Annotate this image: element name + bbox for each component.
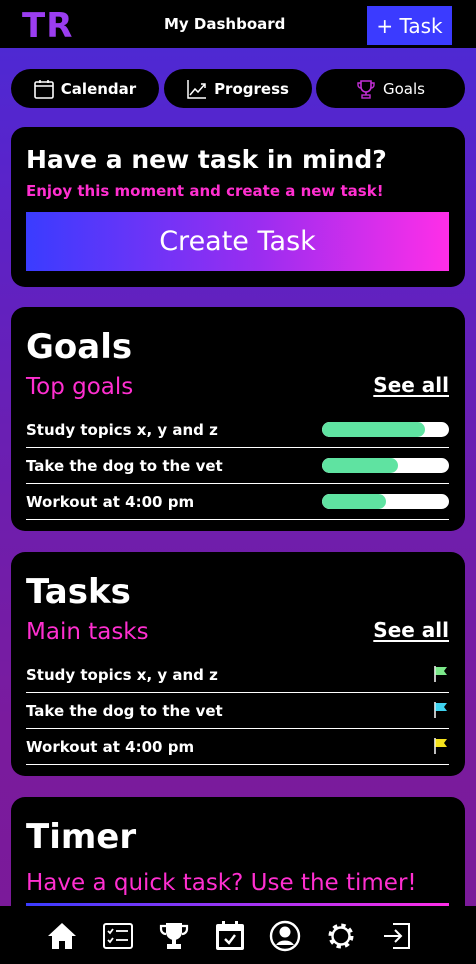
logo[interactable]: TR <box>22 6 73 46</box>
goal-label: Workout at 4:00 pm <box>26 493 195 511</box>
goal-progress-bar <box>322 494 449 509</box>
flag-icon <box>434 738 447 754</box>
flag-icon <box>434 702 447 718</box>
goal-row[interactable]: Workout at 4:00 pm <box>26 484 449 520</box>
goals-pill[interactable]: Goals <box>316 69 465 108</box>
bottom-nav <box>0 906 476 964</box>
task-label: Take the dog to the vet <box>26 702 223 720</box>
home-icon[interactable] <box>46 920 78 952</box>
progress-label: Progress <box>214 79 289 98</box>
goal-progress-bar <box>322 458 449 473</box>
tasks-title: Tasks <box>26 572 131 612</box>
calendar-check-icon[interactable] <box>214 920 246 952</box>
goals-title: Goals <box>26 327 133 367</box>
goals-subtitle: Top goals <box>26 374 134 400</box>
goal-row[interactable]: Study topics x, y and z <box>26 412 449 448</box>
task-list-icon[interactable] <box>102 920 134 952</box>
trophy-icon <box>357 79 375 99</box>
goals-label: Goals <box>383 79 425 98</box>
tasks-subtitle: Main tasks <box>26 619 149 645</box>
tasks-see-all-link[interactable]: See all <box>373 618 449 642</box>
top-bar: TR My Dashboard + Task <box>0 0 476 48</box>
calendar-label: Calendar <box>60 79 137 98</box>
logout-icon[interactable] <box>381 920 413 952</box>
goals-see-all-link[interactable]: See all <box>373 373 449 397</box>
task-row[interactable]: Study topics x, y and z <box>26 657 449 693</box>
goal-progress-fill <box>322 458 399 473</box>
trophy-icon[interactable] <box>158 920 190 952</box>
settings-icon[interactable] <box>325 920 357 952</box>
quick-nav: Calendar Progress Goals <box>11 69 465 108</box>
page-title: My Dashboard <box>164 15 286 33</box>
chart-line-icon <box>187 79 207 99</box>
new-task-subtitle: Enjoy this moment and create a new task! <box>26 182 384 200</box>
goal-progress-fill <box>322 422 425 437</box>
goal-progress-bar <box>322 422 449 437</box>
create-task-button[interactable]: Create Task <box>26 212 449 271</box>
add-task-button[interactable]: + Task <box>367 6 452 45</box>
new-task-title: Have a new task in mind? <box>26 145 387 174</box>
progress-pill[interactable]: Progress <box>164 69 312 108</box>
tasks-list: Study topics x, y and z Take the dog to … <box>26 657 449 765</box>
goals-card: Goals Top goals See all Study topics x, … <box>11 307 465 531</box>
timer-subtitle: Have a quick task? Use the timer! <box>26 870 417 896</box>
profile-icon[interactable] <box>269 920 301 952</box>
calendar-pill[interactable]: Calendar <box>11 69 159 108</box>
tasks-card: Tasks Main tasks See all Study topics x,… <box>11 552 465 776</box>
task-row[interactable]: Take the dog to the vet <box>26 693 449 729</box>
flag-icon <box>434 666 447 682</box>
calendar-icon <box>33 79 54 99</box>
new-task-card: Have a new task in mind? Enjoy this mome… <box>11 127 465 287</box>
goal-row[interactable]: Take the dog to the vet <box>26 448 449 484</box>
goals-list: Study topics x, y and z Take the dog to … <box>26 412 449 520</box>
task-label: Workout at 4:00 pm <box>26 738 195 756</box>
task-row[interactable]: Workout at 4:00 pm <box>26 729 449 765</box>
goal-label: Take the dog to the vet <box>26 457 223 475</box>
timer-title: Timer <box>26 817 137 857</box>
goal-progress-fill <box>322 494 386 509</box>
goal-label: Study topics x, y and z <box>26 421 218 439</box>
task-label: Study topics x, y and z <box>26 666 218 684</box>
